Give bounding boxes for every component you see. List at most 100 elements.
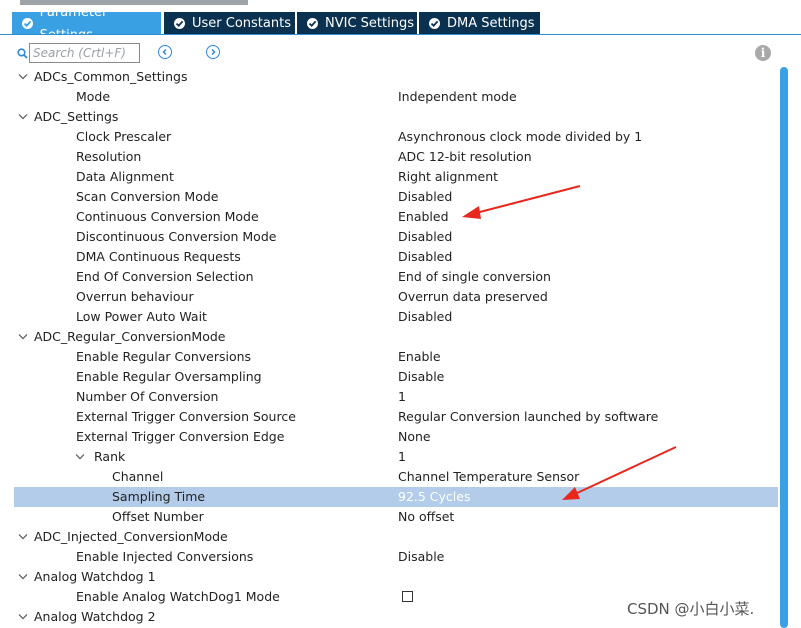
chevron-left-icon: [162, 48, 167, 56]
tree-row[interactable]: Data Alignment Right alignment: [0, 167, 780, 187]
parameter-name: Mode: [76, 89, 111, 104]
tree-row[interactable]: External Trigger Conversion Edge None: [0, 427, 780, 447]
previous-button[interactable]: [158, 45, 172, 59]
vertical-scrollbar[interactable]: [780, 67, 788, 628]
parameter-value[interactable]: Disabled: [398, 189, 452, 204]
parameter-value[interactable]: 92.5 Cycles: [398, 489, 470, 504]
parameter-name: End Of Conversion Selection: [76, 269, 254, 284]
tab-bar: Parameter Settings User Constants NVIC S…: [0, 5, 801, 43]
parameter-name: Clock Prescaler: [76, 129, 172, 144]
parameter-value[interactable]: Disable: [398, 549, 444, 564]
parameter-name: Sampling Time: [112, 489, 206, 504]
parameter-checkbox[interactable]: [402, 591, 413, 602]
parameter-value[interactable]: ADC 12-bit resolution: [398, 149, 532, 164]
chevron-down-icon[interactable]: [17, 71, 29, 83]
parameter-value[interactable]: 1: [398, 389, 406, 404]
chevron-down-icon[interactable]: [17, 111, 29, 123]
chevron-down-icon[interactable]: [74, 451, 86, 463]
parameter-name: Low Power Auto Wait: [76, 309, 207, 324]
tree-group-row[interactable]: ADC_Regular_ConversionMode: [0, 327, 780, 347]
parameter-value[interactable]: Overrun data preserved: [398, 289, 548, 304]
parameter-value[interactable]: Disable: [398, 369, 444, 384]
tree-row[interactable]: Mode Independent mode: [0, 87, 780, 107]
search-icon: [17, 47, 28, 62]
parameter-name: Enable Regular Conversions: [76, 349, 252, 364]
parameter-value[interactable]: Right alignment: [398, 169, 498, 184]
watermark: CSDN @小白小菜.: [627, 600, 755, 618]
tree-row[interactable]: Sampling Time 92.5 Cycles: [0, 487, 780, 507]
tab-nvic-settings[interactable]: NVIC Settings: [297, 12, 417, 35]
tab-dma-settings[interactable]: DMA Settings: [419, 12, 540, 35]
check-circle-icon: [174, 18, 185, 29]
parameter-value[interactable]: Independent mode: [398, 89, 517, 104]
tab-user-constants[interactable]: User Constants: [164, 12, 295, 35]
parameter-name: Offset Number: [112, 509, 204, 524]
tree-group-row[interactable]: Analog Watchdog 1: [0, 567, 780, 587]
parameter-name: Overrun behaviour: [76, 289, 194, 304]
parameter-name: Resolution: [76, 149, 142, 164]
tree-row[interactable]: Offset Number No offset: [0, 507, 780, 527]
tab-parameter-settings[interactable]: Parameter Settings: [12, 5, 161, 43]
tree-row[interactable]: Scan Conversion Mode Disabled: [0, 187, 780, 207]
parameter-name: ADC_Settings: [34, 109, 119, 124]
tree-row[interactable]: Discontinuous Conversion Mode Disabled: [0, 227, 780, 247]
chevron-down-icon[interactable]: [17, 331, 29, 343]
parameter-value[interactable]: None: [398, 429, 431, 444]
parameter-value[interactable]: Disabled: [398, 249, 452, 264]
tree-row[interactable]: Low Power Auto Wait Disabled: [0, 307, 780, 327]
parameter-name: ADC_Injected_ConversionMode: [34, 529, 228, 544]
tree-row[interactable]: Continuous Conversion Mode Enabled: [0, 207, 780, 227]
parameter-name: Enable Regular Oversampling: [76, 369, 262, 384]
tab-label: Parameter Settings: [39, 4, 108, 43]
check-circle-icon: [307, 18, 318, 29]
tree-group-row[interactable]: ADC_Injected_ConversionMode: [0, 527, 780, 547]
tree-row[interactable]: Channel Channel Temperature Sensor: [0, 467, 780, 487]
parameter-value[interactable]: Enable: [398, 349, 441, 364]
parameter-value[interactable]: Channel Temperature Sensor: [398, 469, 579, 484]
parameter-value[interactable]: No offset: [398, 509, 454, 524]
chevron-down-icon[interactable]: [17, 611, 29, 623]
chevron-right-icon: [211, 48, 216, 56]
tree-row[interactable]: Enable Injected Conversions Disable: [0, 547, 780, 567]
parameter-name: Rank: [94, 449, 126, 464]
tab-label: NVIC Settings: [325, 16, 414, 31]
tree-group-row[interactable]: ADC_Settings: [0, 107, 780, 127]
tab-bar-underline: [0, 34, 801, 35]
tree-row[interactable]: Overrun behaviour Overrun data preserved: [0, 287, 780, 307]
search-input[interactable]: [29, 43, 140, 63]
parameter-name: Channel: [112, 469, 164, 484]
tree-row[interactable]: End Of Conversion Selection End of single…: [0, 267, 780, 287]
parameter-value[interactable]: Asynchronous clock mode divided by 1: [398, 129, 642, 144]
chevron-down-icon[interactable]: [17, 571, 29, 583]
parameter-value[interactable]: Regular Conversion launched by software: [398, 409, 658, 424]
tree-row[interactable]: Enable Regular Conversions Enable: [0, 347, 780, 367]
parameter-name: Discontinuous Conversion Mode: [76, 229, 277, 244]
chevron-down-icon[interactable]: [17, 531, 29, 543]
parameter-name: Analog Watchdog 1: [34, 569, 156, 584]
parameter-value[interactable]: Enabled: [398, 209, 449, 224]
parameter-name: Data Alignment: [76, 169, 174, 184]
parameter-value[interactable]: Disabled: [398, 309, 452, 324]
tree-row[interactable]: Resolution ADC 12-bit resolution: [0, 147, 780, 167]
parameter-name: DMA Continuous Requests: [76, 249, 241, 264]
parameter-name: External Trigger Conversion Source: [76, 409, 296, 424]
parameter-name: Analog Watchdog 2: [34, 609, 156, 624]
tree-row[interactable]: Rank 1: [0, 447, 780, 467]
next-button[interactable]: [206, 45, 220, 59]
check-circle-icon: [22, 18, 33, 29]
parameter-value[interactable]: 1: [398, 449, 406, 464]
tree-row[interactable]: Enable Regular Oversampling Disable: [0, 367, 780, 387]
tree-row[interactable]: Clock Prescaler Asynchronous clock mode d…: [0, 127, 780, 147]
check-circle-icon: [429, 18, 440, 29]
tab-label: User Constants: [192, 16, 291, 31]
info-icon[interactable]: i: [755, 45, 771, 61]
tree-row[interactable]: Number Of Conversion 1: [0, 387, 780, 407]
tree-row[interactable]: External Trigger Conversion Source Regula…: [0, 407, 780, 427]
parameter-value[interactable]: End of single conversion: [398, 269, 551, 284]
parameter-name: ADCs_Common_Settings: [34, 69, 188, 84]
parameter-name: External Trigger Conversion Edge: [76, 429, 285, 444]
tree-group-row[interactable]: ADCs_Common_Settings: [0, 67, 780, 87]
tab-label: DMA Settings: [447, 16, 535, 31]
tree-row[interactable]: DMA Continuous Requests Disabled: [0, 247, 780, 267]
parameter-value[interactable]: Disabled: [398, 229, 452, 244]
